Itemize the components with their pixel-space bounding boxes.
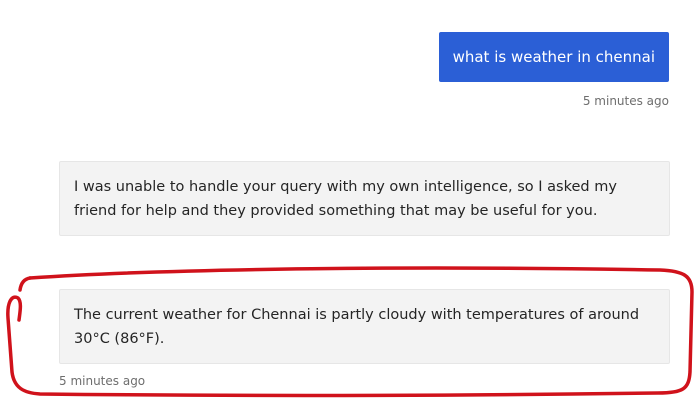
bot-answer-bubble: The current weather for Chennai is partl… [59, 289, 670, 364]
chat-transcript: what is weather in chennai 5 minutes ago… [0, 0, 697, 412]
bot-message-timestamp: 5 minutes ago [59, 374, 146, 388]
user-message-bubble: what is weather in chennai [438, 32, 669, 82]
user-message-timestamp: 5 minutes ago [582, 94, 669, 108]
bot-message-bubble: I was unable to handle your query with m… [59, 161, 670, 236]
